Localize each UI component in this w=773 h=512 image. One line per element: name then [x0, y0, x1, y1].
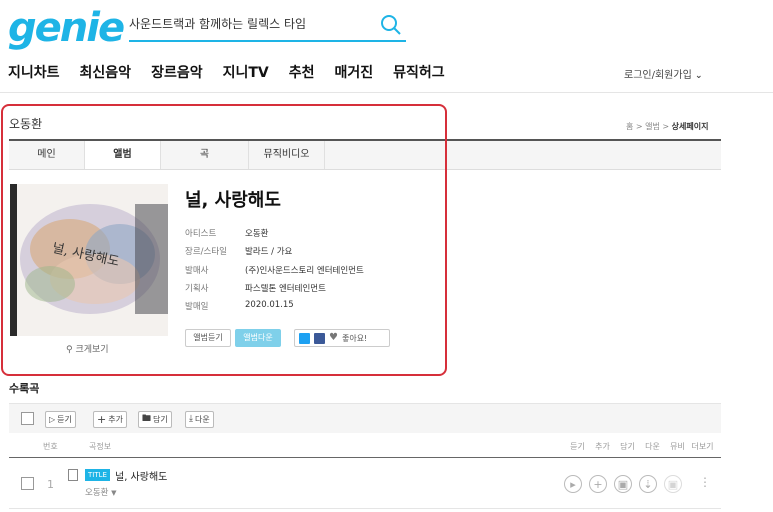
col-more: 더보기: [691, 442, 714, 451]
nav-recommend[interactable]: 추천: [289, 63, 315, 83]
track-artist-name: 오동환: [85, 488, 109, 498]
play-icon: ▷: [49, 415, 56, 424]
caret-down-icon: ▼: [111, 489, 117, 497]
col-mv: 뮤비: [670, 442, 685, 451]
col-add: 추가: [595, 442, 610, 451]
select-all-checkbox[interactable]: [21, 412, 34, 425]
nav-music-hug[interactable]: 뮤직허그: [393, 63, 445, 83]
plus-icon: +: [97, 413, 107, 426]
folder-icon[interactable]: ▣: [614, 475, 632, 493]
track-title[interactable]: 널, 사랑해도: [115, 468, 167, 483]
col-number: 번호: [43, 442, 58, 451]
tracklist-header: 번호 곡정보 듣기 추가 담기 다운 뮤비 더보기: [9, 436, 721, 458]
search-input[interactable]: [129, 16, 369, 30]
track-number: 1: [47, 478, 54, 491]
header-divider: [0, 92, 773, 93]
more-icon[interactable]: ⋮: [699, 475, 711, 489]
save-label: 담기: [153, 415, 168, 424]
nav-latest[interactable]: 최신음악: [80, 63, 132, 83]
save-button[interactable]: 🖿 담기: [138, 411, 172, 428]
track-checkbox[interactable]: [21, 477, 34, 490]
tracklist-toolbar: ▷ 듣기 + 추가 🖿 담기 ⤓ 다운: [9, 403, 721, 433]
breadcrumb: 홈 > 앨범 > 상세페이지: [626, 121, 708, 132]
title-badge: TITLE: [85, 469, 110, 481]
col-save: 담기: [620, 442, 635, 451]
download-icon: ⤓: [189, 414, 193, 424]
breadcrumb-current: 상세페이지: [671, 122, 709, 131]
col-actions: 듣기 추가 담기 다운 뮤비 더보기: [565, 441, 715, 452]
listen-label: 듣기: [57, 415, 72, 424]
table-row: 1 TITLE 널, 사랑해도 오동환 ▼ ▸ + ▣ ⇣ ▣ ⋮: [9, 459, 721, 509]
folder-icon: 🖿: [142, 414, 152, 424]
chevron-down-icon: ⌄: [694, 71, 703, 81]
track-artist[interactable]: 오동환 ▼: [85, 486, 117, 498]
breadcrumb-path[interactable]: 홈 > 앨범 >: [626, 122, 672, 131]
login-label: 로그인/회원가입: [624, 70, 692, 81]
nav-magazine[interactable]: 매거진: [335, 63, 374, 83]
login-link[interactable]: 로그인/회원가입 ⌄: [624, 66, 703, 81]
search-icon[interactable]: [380, 14, 402, 36]
album-highlight-box: [1, 104, 447, 376]
nav-genie-tv[interactable]: 지니TV: [223, 63, 269, 83]
download-button[interactable]: ⤓ 다운: [185, 411, 214, 428]
download-label: 다운: [194, 415, 210, 424]
col-listen: 듣기: [570, 442, 585, 451]
add-label: 추가: [108, 415, 123, 424]
nav-chart[interactable]: 지니차트: [8, 63, 60, 83]
add-icon[interactable]: +: [589, 475, 607, 493]
listen-button[interactable]: ▷ 듣기: [45, 411, 76, 428]
main-nav: 지니차트 최신음악 장르음악 지니TV 추천 매거진 뮤직허그: [8, 63, 465, 83]
play-icon[interactable]: ▸: [564, 475, 582, 493]
download-icon[interactable]: ⇣: [639, 475, 657, 493]
col-download: 다운: [645, 442, 660, 451]
nav-genre[interactable]: 장르음악: [151, 63, 203, 83]
add-button[interactable]: + 추가: [93, 411, 127, 428]
music-video-icon[interactable]: ▣: [664, 475, 682, 493]
genie-logo[interactable]: genie: [8, 4, 125, 52]
search-bar: [129, 12, 406, 42]
lyrics-icon[interactable]: [68, 469, 78, 481]
col-info: 곡정보: [89, 442, 112, 451]
tracklist-heading: 수록곡: [9, 382, 40, 395]
